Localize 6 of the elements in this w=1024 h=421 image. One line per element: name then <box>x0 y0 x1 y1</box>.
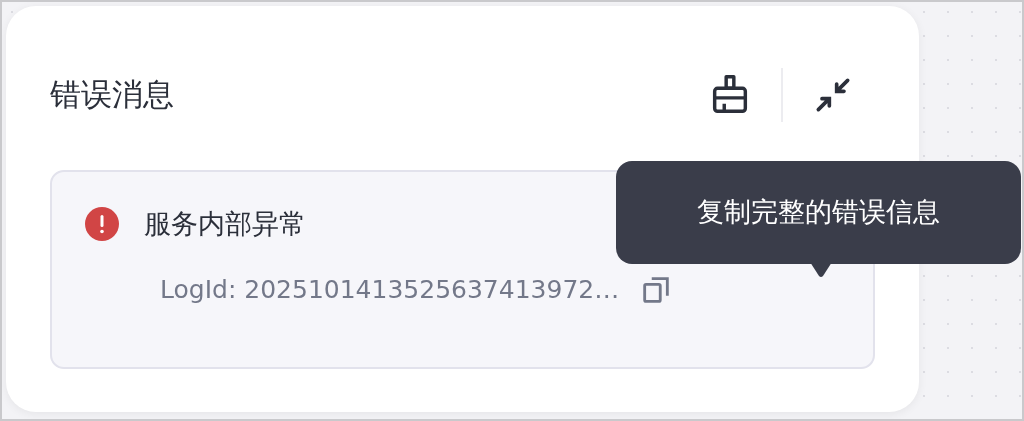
tooltip: 复制完整的错误信息 <box>616 161 1021 264</box>
panel-title: 错误消息 <box>50 76 175 114</box>
error-icon <box>84 206 120 243</box>
log-id: LogId: 2025101413525637413972… <box>160 273 620 306</box>
error-message: 服务内部异常 <box>144 207 306 241</box>
tooltip-arrow <box>810 262 832 278</box>
